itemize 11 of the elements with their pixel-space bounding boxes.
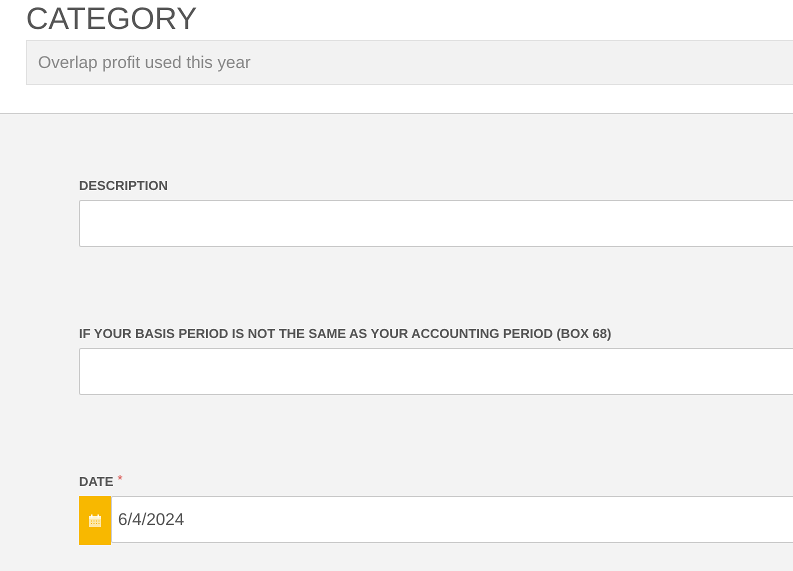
text-field[interactable]: [79, 348, 793, 395]
field-label: DESCRIPTION: [79, 178, 168, 194]
calendar-icon: [88, 514, 102, 528]
required-mark: *: [117, 474, 122, 486]
section-heading: CATEGORY: [26, 2, 198, 38]
category-field: Overlap profit used this year: [26, 40, 793, 85]
text-field[interactable]: [79, 200, 793, 247]
field-label: DATE: [79, 474, 114, 490]
date-field[interactable]: 6/4/2024: [111, 496, 793, 543]
field-label: IF YOUR BASIS PERIOD IS NOT THE SAME AS YOUR ACCOUNTING PERIOD (BOX 68): [79, 326, 612, 342]
calendar-button[interactable]: [79, 496, 111, 545]
